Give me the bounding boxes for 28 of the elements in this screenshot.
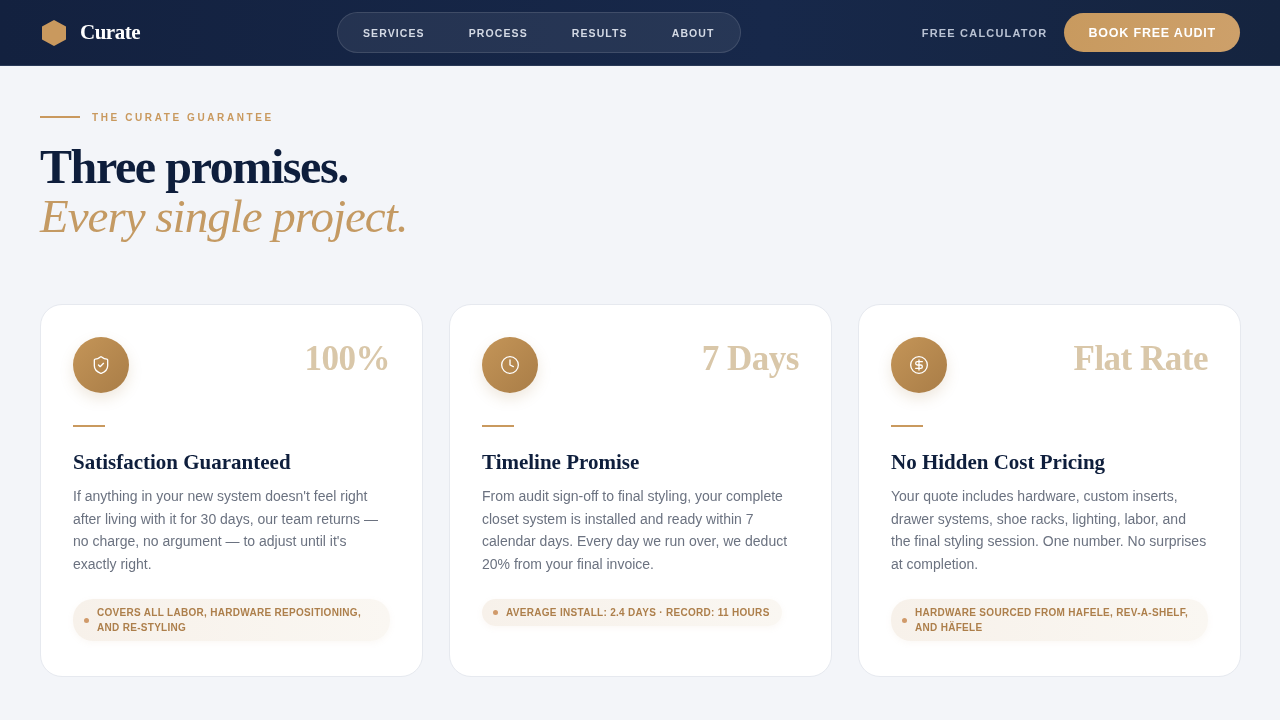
section-title: Three promises. bbox=[40, 142, 348, 192]
nav-link[interactable]: ABOUT bbox=[649, 26, 737, 39]
card-stat: Flat Rate bbox=[1073, 339, 1208, 379]
bullet-dot-icon bbox=[902, 617, 907, 623]
clock-icon bbox=[500, 355, 520, 375]
card-stat: 7 Days bbox=[701, 339, 799, 379]
nav-link[interactable]: RESULTS bbox=[549, 26, 650, 39]
card-description: From audit sign-off to final styling, your complete closet system is installed and ready within 7 calendar days. Every day we run over, we deduct 20% from your final invoice. bbox=[482, 487, 789, 574]
note-text: COVERS ALL LABOR, HARDWARE REPOSITIONING, AND RE-STYLING bbox=[97, 606, 362, 636]
brand-name: Curate bbox=[80, 20, 140, 45]
dollar-coin-icon bbox=[909, 355, 929, 375]
card-title: Timeline Promise bbox=[482, 449, 640, 475]
calculator-link[interactable]: FREE CALCULATOR bbox=[921, 26, 1048, 39]
note-text: AVERAGE INSTALL: 2.4 DAYS · RECORD: 11 HOURS bbox=[506, 606, 770, 621]
section-subtitle: Every single project. bbox=[40, 192, 408, 240]
nav-link[interactable]: SERVICES bbox=[341, 26, 447, 39]
nav-link[interactable]: PROCESS bbox=[446, 26, 550, 39]
section-eyebrow: THE CURATE GUARANTEE bbox=[92, 111, 274, 123]
note-text: HARDWARE SOURCED FROM HAFELE, REV-A-SHELF, AND HÄFELE bbox=[915, 606, 1190, 636]
card-description: Your quote includes hardware, custom inserts, drawer systems, shoe racks, lighting, labor, and the final styling session. One number. No surprises at completion. bbox=[891, 487, 1208, 574]
card-title: No Hidden Cost Pricing bbox=[891, 449, 1106, 475]
card-title: Satisfaction Guaranteed bbox=[73, 449, 291, 475]
hexagon-logo-icon bbox=[40, 18, 68, 47]
bullet-dot-icon bbox=[84, 617, 89, 623]
shield-check-icon bbox=[91, 355, 111, 375]
bullet-dot-icon bbox=[493, 610, 498, 616]
card-stat: 100% bbox=[304, 339, 390, 379]
card-description: If anything in your new system doesn't feel right after living with it for 30 days, our team returns — no charge, no argument — to adjust until it's exactly right. bbox=[73, 487, 379, 574]
